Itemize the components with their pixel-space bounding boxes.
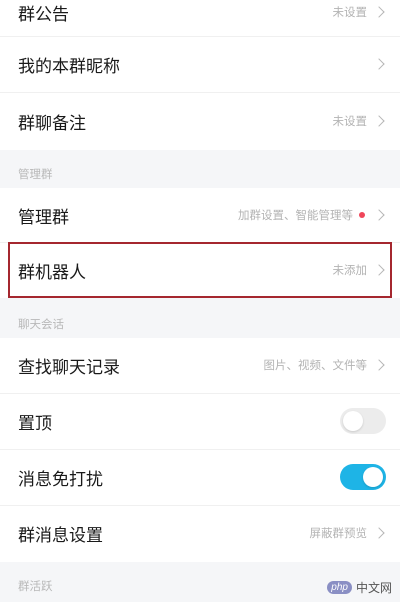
- find-chat-history-value: 图片、视频、文件等: [263, 358, 368, 372]
- do-not-disturb-row: 消息免打扰: [0, 450, 400, 504]
- group-remark-row[interactable]: 群聊备注 未设置: [0, 93, 400, 149]
- section-header-manage: [0, 150, 400, 188]
- chevron-right-icon: [373, 209, 385, 221]
- group-message-settings-label: 群消息设置: [18, 525, 103, 546]
- group-robot-value: 未添加: [332, 263, 368, 277]
- group-remark-label: 群聊备注: [18, 113, 86, 134]
- group-announcement-label: 群公告: [18, 4, 69, 25]
- group-message-settings-value: 屏蔽群预览: [309, 526, 368, 540]
- red-dot-icon: [359, 212, 365, 218]
- chevron-right-icon: [373, 359, 385, 371]
- section-title-chat: 聊天会话: [18, 317, 64, 331]
- pin-top-label: 置顶: [18, 413, 52, 434]
- toggle-knob: [363, 467, 383, 487]
- group-announcement-row[interactable]: 群公告 未设置: [0, 0, 400, 34]
- group-remark-value: 未设置: [332, 114, 368, 128]
- do-not-disturb-label: 消息免打扰: [18, 469, 103, 490]
- section-title-manage: 管理群: [18, 167, 53, 181]
- manage-group-row[interactable]: 管理群 加群设置、智能管理等: [0, 188, 400, 242]
- find-chat-history-label: 查找聊天记录: [18, 357, 120, 378]
- group-announcement-value: 未设置: [332, 5, 368, 19]
- my-group-nickname-row[interactable]: 我的本群昵称: [0, 37, 400, 91]
- group-robot-label: 群机器人: [18, 262, 86, 283]
- chevron-right-icon: [373, 527, 385, 539]
- chevron-right-icon: [373, 264, 385, 276]
- manage-group-label: 管理群: [18, 207, 69, 228]
- pin-top-row: 置顶: [0, 394, 400, 448]
- group-message-settings-row[interactable]: 群消息设置 屏蔽群预览: [0, 506, 400, 560]
- my-group-nickname-label: 我的本群昵称: [18, 56, 120, 77]
- group-robot-row[interactable]: 群机器人 未添加: [0, 244, 400, 296]
- chevron-right-icon: [373, 6, 385, 18]
- chevron-right-icon: [373, 58, 385, 70]
- chevron-right-icon: [373, 115, 385, 127]
- manage-group-value: 加群设置、智能管理等: [238, 208, 353, 222]
- find-chat-history-row[interactable]: 查找聊天记录 图片、视频、文件等: [0, 338, 400, 392]
- do-not-disturb-toggle[interactable]: [340, 464, 386, 490]
- watermark: php 中文网: [327, 579, 392, 596]
- pin-top-toggle[interactable]: [340, 408, 386, 434]
- php-logo: php: [327, 581, 352, 594]
- toggle-knob: [343, 411, 363, 431]
- section-title-active: 群活跃: [18, 579, 53, 593]
- watermark-text: 中文网: [355, 581, 392, 595]
- divider: [0, 242, 400, 243]
